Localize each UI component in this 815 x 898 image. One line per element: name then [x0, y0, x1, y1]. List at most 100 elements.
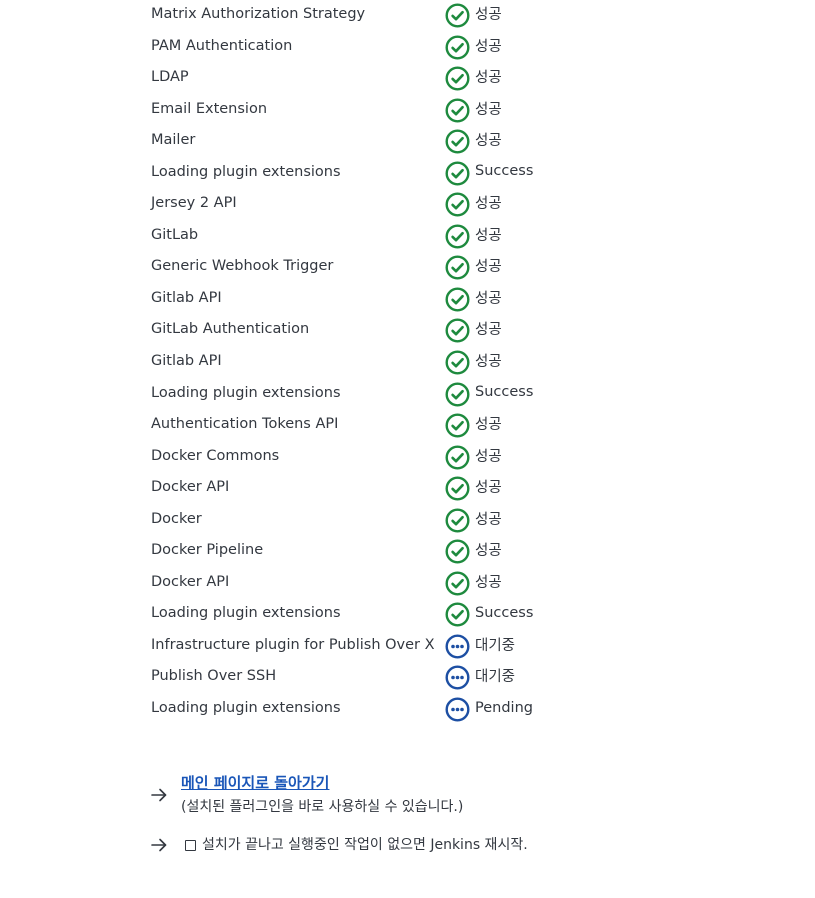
plugin-row: Gitlab API 성공	[151, 284, 751, 316]
plugin-status: 성공	[445, 189, 502, 220]
plugin-status: Success	[445, 158, 533, 189]
check-circle-icon	[445, 3, 470, 28]
plugin-name: LDAP	[151, 69, 189, 86]
plugin-status: 대기중	[445, 662, 515, 693]
check-circle-icon	[445, 161, 470, 186]
plugin-row: Authentication Tokens API 성공	[151, 410, 751, 442]
plugin-name: PAM Authentication	[151, 37, 293, 54]
plugin-status-label: 성공	[475, 196, 502, 213]
plugin-row: PAM Authentication 성공	[151, 32, 751, 64]
plugin-name: Gitlab API	[151, 353, 222, 370]
check-circle-icon	[445, 539, 470, 564]
plugin-status-label: 성공	[475, 38, 502, 55]
plugin-name: Docker API	[151, 479, 230, 496]
plugin-status-label: 성공	[475, 322, 502, 339]
plugin-status: 성공	[445, 315, 502, 346]
plugin-status-label: 성공	[475, 7, 502, 23]
plugin-name: Matrix Authorization Strategy	[151, 6, 366, 22]
check-circle-icon	[445, 129, 470, 154]
plugin-status-label: 성공	[475, 511, 502, 528]
plugin-name: Docker API	[151, 573, 230, 590]
check-circle-icon	[445, 382, 470, 407]
plugin-status-label: 성공	[475, 133, 502, 150]
plugin-name: Authentication Tokens API	[151, 416, 339, 433]
plugin-status-label: 성공	[475, 480, 502, 497]
restart-label[interactable]: 설치가 끝나고 실행중인 작업이 없으면 Jenkins 재시작.	[202, 835, 528, 855]
plugin-status-label: Success	[475, 163, 534, 180]
plugin-name: Docker	[151, 510, 202, 527]
plugin-status-label: Success	[475, 384, 534, 401]
plugin-status-label: 성공	[475, 543, 502, 560]
arrow-right-icon	[150, 786, 168, 804]
main-page-link[interactable]: 메인 페이지로 돌아가기	[181, 772, 463, 794]
ellipsis-circle-icon	[445, 697, 470, 722]
plugin-row: Publish Over SSH 대기중	[151, 662, 751, 694]
plugin-status: 성공	[445, 410, 502, 441]
plugin-status: 대기중	[445, 631, 515, 662]
check-circle-icon	[445, 413, 470, 438]
plugin-row: Loading plugin extensions Pending	[151, 694, 751, 726]
plugin-status: 성공	[445, 284, 502, 315]
plugin-name: Docker Pipeline	[151, 542, 264, 559]
check-circle-icon	[445, 476, 470, 501]
plugin-row: Gitlab API 성공	[151, 347, 751, 379]
plugin-row: LDAP 성공	[151, 63, 751, 95]
plugin-status: Pending	[445, 694, 533, 725]
plugin-status-label: 성공	[475, 448, 502, 465]
plugin-row: Docker Pipeline 성공	[151, 536, 751, 568]
check-circle-icon	[445, 508, 470, 533]
plugin-name: GitLab	[151, 226, 199, 243]
plugin-status: 성공	[445, 32, 502, 63]
plugin-status: 성공	[445, 347, 502, 378]
restart-checkbox[interactable]	[185, 839, 196, 851]
plugin-row: GitLab 성공	[151, 221, 751, 253]
plugin-status-label: 대기중	[475, 669, 516, 686]
plugin-row: Infrastructure plugin for Publish Over X…	[151, 631, 751, 663]
plugin-name: Generic Webhook Trigger	[151, 258, 334, 275]
plugin-row: GitLab Authentication 성공	[151, 315, 751, 347]
plugin-status-label: Pending	[475, 699, 533, 716]
restart-action: 설치가 끝나고 실행중인 작업이 없으면 Jenkins 재시작.	[150, 835, 528, 855]
check-circle-icon	[445, 571, 470, 596]
plugin-status: 성공	[445, 95, 502, 126]
main-page-description: (설치된 플러그인을 바로 사용하실 수 있습니다.)	[181, 799, 464, 815]
plugin-row: Loading plugin extensions Success	[151, 379, 751, 411]
plugin-status: 성공	[445, 63, 502, 94]
check-circle-icon	[445, 192, 470, 217]
plugin-row: Email Extension 성공	[151, 95, 751, 127]
arrow-right-icon	[150, 836, 168, 854]
check-circle-icon	[445, 224, 470, 249]
plugin-row: Generic Webhook Trigger 성공	[151, 252, 751, 284]
main-page-action-body: 메인 페이지로 돌아가기 (설치된 플러그인을 바로 사용하실 수 있습니다.)	[181, 772, 463, 818]
plugin-name: Publish Over SSH	[151, 668, 277, 685]
main-page-action: 메인 페이지로 돌아가기 (설치된 플러그인을 바로 사용하실 수 있습니다.)	[150, 772, 463, 818]
ellipsis-circle-icon	[445, 634, 470, 659]
check-circle-icon	[445, 255, 470, 280]
plugin-row: Jersey 2 API 성공	[151, 189, 751, 221]
plugin-status-label: 대기중	[475, 637, 516, 654]
plugin-row: Mailer 성공	[151, 126, 751, 158]
plugin-status: 성공	[445, 568, 502, 599]
plugin-status: 성공	[445, 252, 502, 283]
plugin-name: Loading plugin extensions	[151, 605, 341, 622]
plugin-status-label: 성공	[475, 259, 502, 276]
plugin-install-list: Matrix Authorization Strategy 성공 PAM Authe…	[151, 0, 751, 726]
plugin-name: GitLab Authentication	[151, 321, 310, 338]
plugin-row: Loading plugin extensions Success	[151, 599, 751, 631]
plugin-row: Docker 성공	[151, 505, 751, 537]
plugin-name: Docker Commons	[151, 447, 280, 464]
plugin-row: Docker Commons 성공	[151, 442, 751, 474]
plugin-name: Mailer	[151, 132, 196, 149]
check-circle-icon	[445, 66, 470, 91]
plugin-status: 성공	[445, 442, 502, 473]
plugin-row: Docker API 성공	[151, 568, 751, 600]
check-circle-icon	[445, 602, 470, 627]
check-circle-icon	[445, 350, 470, 375]
plugin-status: 성공	[445, 536, 502, 567]
plugin-status: 성공	[445, 221, 502, 252]
plugin-status: 성공	[445, 126, 502, 157]
plugin-status-label: 성공	[475, 417, 502, 434]
plugin-name: Gitlab API	[151, 289, 222, 306]
plugin-name: Loading plugin extensions	[151, 384, 341, 401]
plugin-row: Matrix Authorization Strategy 성공	[151, 0, 751, 32]
